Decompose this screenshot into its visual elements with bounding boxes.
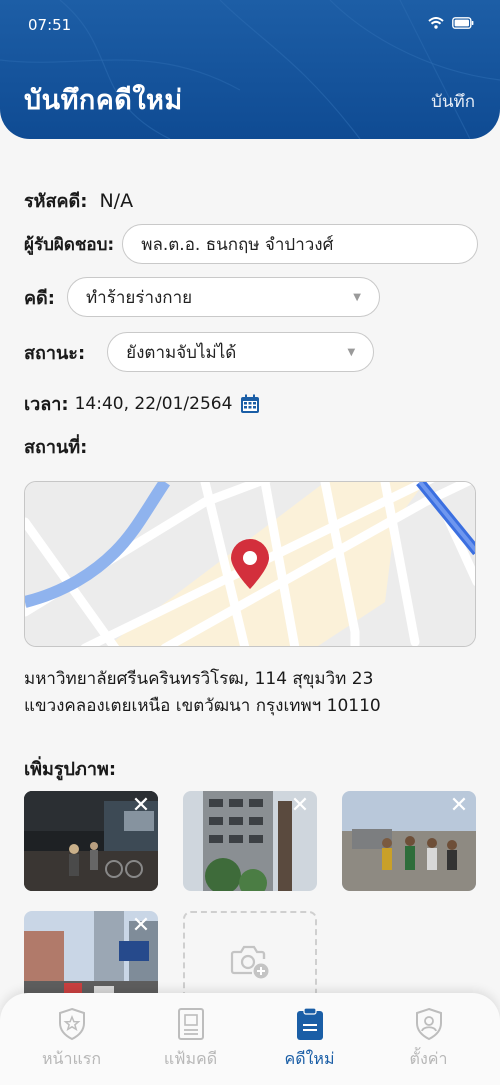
- location-map[interactable]: [24, 481, 476, 647]
- address-line-1: มหาวิทยาลัยศรีนครินทรวิโรฒ, 114 สุขุมวิท…: [24, 669, 374, 689]
- case-type-row: คดี: ทำร้ายร่างกาย ▼: [24, 277, 380, 317]
- new-case-clipboard-icon: [296, 1007, 323, 1040]
- status-row: สถานะ: ยังตามจับไม่ได้ ▼: [24, 332, 375, 372]
- responsible-value: พล.ต.อ. ธนกฤษ จำปาวงศ์: [141, 234, 334, 255]
- tab-label: หน้าแรก: [41, 1049, 102, 1068]
- status-label: สถานะ:: [24, 342, 86, 364]
- tab-settings[interactable]: ตั้งค่า: [374, 1007, 484, 1085]
- case-type-select[interactable]: ทำร้ายร่างกาย ▼: [66, 277, 380, 317]
- location-row: สถานที่:: [24, 432, 87, 461]
- chevron-down-icon: ▼: [347, 346, 356, 358]
- bottom-tab-bar: หน้าแรก แฟ้มคดี คดีใหม่ ตั้งค่า: [0, 993, 500, 1085]
- responsible-label: ผู้รับผิดชอบ:: [24, 234, 115, 255]
- wifi-icon: [428, 17, 444, 29]
- map-pin-icon: [231, 539, 269, 589]
- camera-add-icon: [230, 945, 269, 979]
- photo-thumbnail-2[interactable]: ✕: [183, 791, 317, 891]
- chevron-down-icon: ▼: [353, 291, 361, 303]
- photo-thumbnail-1[interactable]: ✕: [24, 791, 158, 891]
- add-photos-row: เพิ่มรูปภาพ:: [24, 754, 116, 783]
- time-value: 14:40, 22/01/2564: [74, 393, 233, 414]
- address-text: มหาวิทยาลัยศรีนครินทรวิโรฒ, 114 สุขุมวิท…: [24, 666, 381, 720]
- shield-star-icon: [58, 1007, 85, 1041]
- case-type-label: คดี:: [24, 287, 55, 309]
- case-id-row: รหัสคดี: N/A: [24, 186, 133, 215]
- tab-home[interactable]: หน้าแรก: [17, 1007, 127, 1085]
- save-button[interactable]: บันทึก: [431, 88, 475, 115]
- time-label: เวลา:: [24, 394, 69, 415]
- responsible-row: ผู้รับผิดชอบ: พล.ต.อ. ธนกฤษ จำปาวงศ์: [24, 224, 479, 264]
- add-photos-label: เพิ่มรูปภาพ:: [24, 759, 117, 780]
- remove-photo-icon[interactable]: ✕: [130, 915, 152, 937]
- time-row: เวลา: 14:40, 22/01/2564: [24, 389, 260, 418]
- case-id-label: รหัสคดี:: [24, 191, 88, 212]
- tab-new-case[interactable]: คดีใหม่: [255, 1007, 365, 1085]
- case-file-icon: [177, 1008, 204, 1040]
- tab-case-files[interactable]: แฟ้มคดี: [136, 1007, 246, 1085]
- remove-photo-icon[interactable]: ✕: [130, 795, 152, 817]
- address-line-2: แขวงคลองเตยเหนือ เขตวัฒนา กรุงเทพฯ 10110: [24, 696, 381, 716]
- calendar-icon[interactable]: [240, 394, 260, 414]
- responsible-field[interactable]: พล.ต.อ. ธนกฤษ จำปาวงศ์: [122, 224, 479, 264]
- photo-thumbnail-3[interactable]: ✕: [342, 791, 476, 891]
- tab-label: แฟ้มคดี: [163, 1049, 218, 1068]
- app-header: 07:51 บันทึกคดีใหม่ บันทึก: [0, 0, 500, 139]
- status-time: 07:51: [28, 16, 72, 34]
- status-select[interactable]: ยังตามจับไม่ได้ ▼: [107, 332, 375, 372]
- status-value: ยังตามจับไม่ได้: [126, 342, 237, 363]
- remove-photo-icon[interactable]: ✕: [448, 795, 470, 817]
- battery-icon: [452, 17, 474, 29]
- case-id-value: N/A: [99, 189, 134, 212]
- location-label: สถานที่:: [24, 437, 88, 458]
- settings-user-shield-icon: [415, 1007, 442, 1041]
- remove-photo-icon[interactable]: ✕: [289, 795, 311, 817]
- status-icons: [428, 17, 474, 29]
- case-type-value: ทำร้ายร่างกาย: [85, 287, 193, 308]
- page-title: บันทึกคดีใหม่: [24, 85, 183, 116]
- tab-label: คดีใหม่: [284, 1049, 335, 1068]
- tab-label: ตั้งค่า: [409, 1049, 448, 1068]
